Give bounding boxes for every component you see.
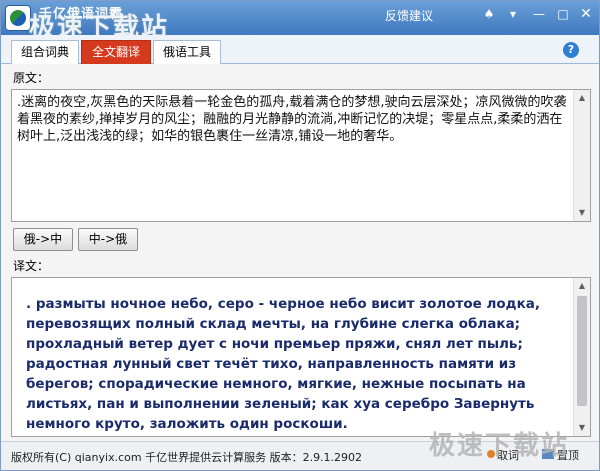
- scroll-up-icon[interactable]: ▲: [574, 90, 590, 106]
- chinese-to-russian-button[interactable]: 中->俄: [78, 228, 138, 251]
- shirt-icon[interactable]: ♠: [479, 6, 499, 22]
- maximize-icon[interactable]: □: [553, 6, 573, 22]
- tab-full-translation[interactable]: 全文翻译: [81, 40, 151, 64]
- app-window: 千亿俄语词霸 极速下载站 反馈建议 ♠ ▾ — □ ✕ 组合词典 全文翻译 俄语…: [0, 0, 600, 471]
- minimize-icon[interactable]: —: [529, 6, 549, 22]
- scroll-down-icon[interactable]: ▼: [574, 205, 590, 221]
- source-text[interactable]: .迷离的夜空,灰黑色的天际悬着一轮金色的孤舟,载着满仓的梦想,驶向云层深处；凉风…: [17, 94, 569, 145]
- scroll-down-icon[interactable]: ▼: [574, 420, 590, 436]
- help-icon[interactable]: ?: [563, 42, 579, 58]
- scroll-up-icon[interactable]: ▲: [574, 278, 590, 294]
- menu-icon[interactable]: ▾: [503, 6, 523, 22]
- translation-label: 译文：: [13, 259, 50, 273]
- feedback-link[interactable]: 反馈建议: [385, 7, 433, 24]
- translation-scrollbar[interactable]: ▲ ▼: [573, 278, 590, 436]
- translation-text[interactable]: . размыты ночное небо, серо - черное неб…: [26, 294, 566, 434]
- translation-textarea[interactable]: . размыты ночное небо, серо - черное неб…: [11, 277, 591, 437]
- tab-russian-tools[interactable]: 俄语工具: [153, 40, 221, 64]
- title-bar[interactable]: 千亿俄语词霸 极速下载站 反馈建议 ♠ ▾ — □ ✕: [1, 1, 599, 43]
- source-scrollbar[interactable]: ▲ ▼: [573, 90, 590, 221]
- source-label: 原文：: [13, 71, 50, 85]
- russian-to-chinese-button[interactable]: 俄->中: [13, 228, 73, 251]
- app-logo-icon: [5, 5, 31, 31]
- tab-dictionary[interactable]: 组合词典: [11, 40, 79, 64]
- source-textarea[interactable]: .迷离的夜空,灰黑色的天际悬着一轮金色的孤舟,载着满仓的梦想,驶向云层深处；凉风…: [11, 89, 591, 222]
- scroll-thumb[interactable]: [577, 296, 587, 406]
- watermark-bottom: 极速下载站: [429, 431, 570, 461]
- tab-bar: 组合词典 全文翻译 俄语工具: [1, 35, 599, 64]
- close-icon[interactable]: ✕: [576, 6, 596, 22]
- copyright-text: 版权所有(C) qianyix.com 千亿世界提供云计算服务 版本：2.9.1…: [11, 451, 363, 464]
